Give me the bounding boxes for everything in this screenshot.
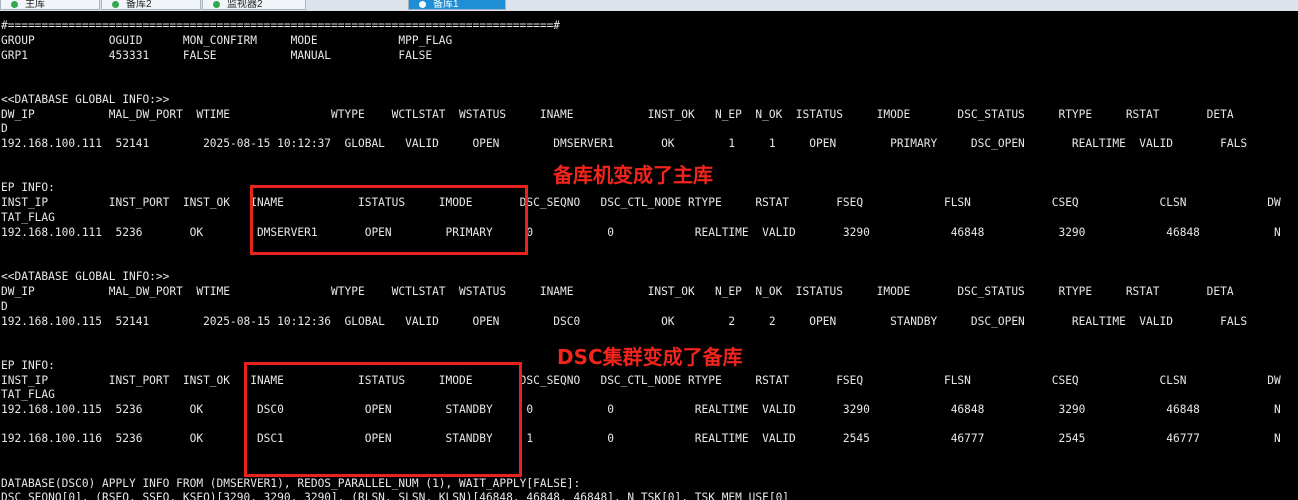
session-status-icon [213, 1, 220, 8]
terminal-line-ep-title: EP INFO: [1, 359, 55, 372]
terminal-output[interactable]: #=======================================… [0, 11, 1298, 500]
tab-label: 监视器2 [227, 0, 263, 10]
tab-label: 备库1 [433, 0, 459, 10]
terminal-line-ep-row: 192.168.100.115 5236 OK DSC0 OPEN STANDB… [1, 403, 1281, 416]
terminal-line-ep-header: INST_IP INST_PORT INST_OK INAME ISTATUS … [1, 196, 1281, 209]
terminal-line-global-header: DW_IP MAL_DW_PORT WTIME WTYPE WCTLSTAT W… [1, 108, 1234, 121]
tab-primary[interactable]: 主库 [0, 0, 100, 10]
tab-label: 备库2 [126, 0, 152, 10]
tab-standby-2[interactable]: 备库2 [101, 0, 201, 10]
terminal-line-wrap: D [1, 300, 8, 313]
terminal-line-wrap: TAT_FLAG [1, 211, 55, 224]
standby-annotation: DSC集群变成了备库 [557, 345, 743, 369]
tab-standby-1[interactable]: 备库1 [408, 0, 506, 10]
terminal-line-global-row: 192.168.100.111 52141 2025-08-15 10:12:3… [1, 137, 1248, 150]
terminal-line-global-row: 192.168.100.115 52141 2025-08-15 10:12:3… [1, 315, 1248, 328]
terminal-line-ep-title: EP INFO: [1, 181, 55, 194]
terminal-line-ep-row: 192.168.100.116 5236 OK DSC1 OPEN STANDB… [1, 432, 1281, 445]
terminal-line-global-title: <<DATABASE GLOBAL INFO:>> [1, 93, 170, 106]
terminal-line-wrap: D [1, 122, 8, 135]
terminal-line-global-title: <<DATABASE GLOBAL INFO:>> [1, 270, 170, 283]
terminal-line-apply-info: DATABASE(DSC0) APPLY INFO FROM (DMSERVER… [1, 477, 581, 490]
terminal-line-ep-row: 192.168.100.111 5236 OK DMSERVER1 OPEN P… [1, 226, 1281, 239]
terminal-line-group-values: GRP1 453331 FALSE MANUAL FALSE [1, 49, 433, 62]
terminal-line-group-header: GROUP OGUID MON_CONFIRM MODE MPP_FLAG [1, 34, 453, 47]
session-status-icon [11, 1, 18, 8]
terminal-line-global-header: DW_IP MAL_DW_PORT WTIME WTYPE WCTLSTAT W… [1, 285, 1234, 298]
terminal-line-wrap: TAT_FLAG [1, 388, 55, 401]
terminal-line-separator: #=======================================… [1, 19, 561, 32]
session-status-icon [112, 1, 119, 8]
standby-highlight-box [244, 362, 522, 477]
session-tab-bar: 主库 备库2 监视器2 备库1 [0, 0, 1298, 11]
primary-annotation: 备库机变成了主库 [553, 163, 713, 187]
session-status-icon [419, 1, 426, 8]
terminal-line-apply-detail: DSC_SEQNO[0], (RSEQ, SSEQ, KSEQ)[3290, 3… [1, 491, 790, 500]
primary-highlight-box [250, 185, 528, 255]
tab-monitor-2[interactable]: 监视器2 [202, 0, 306, 10]
terminal-line-ep-header: INST_IP INST_PORT INST_OK INAME ISTATUS … [1, 374, 1281, 387]
tab-label: 主库 [25, 0, 45, 10]
